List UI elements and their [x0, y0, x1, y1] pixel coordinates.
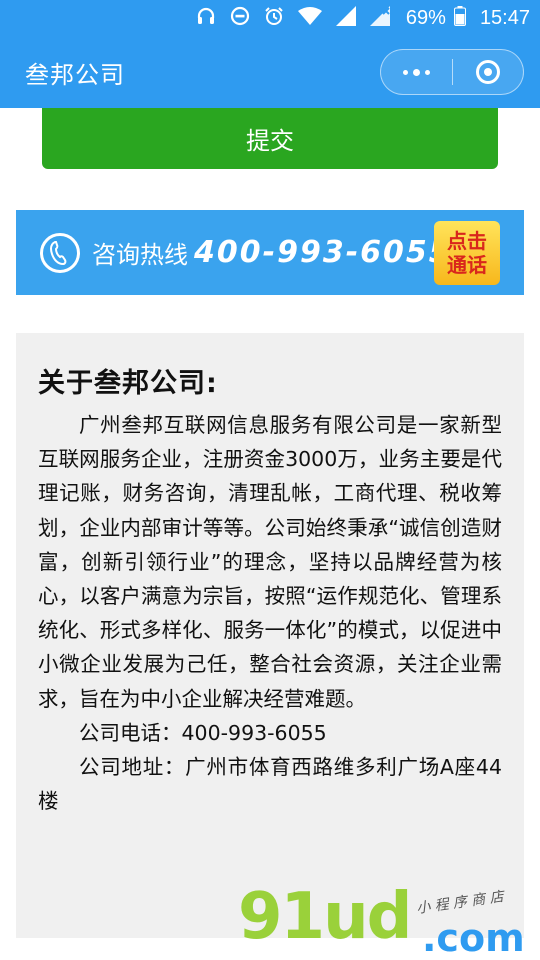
call-button-line2: 通话: [447, 253, 487, 277]
more-dot-icon: [402, 69, 408, 75]
clock: 15:47: [479, 6, 530, 29]
about-section: 关于叁邦公司: 广州叁邦互联网信息服务有限公司是一家新型互联网服务企业，注册资金…: [16, 333, 524, 938]
about-heading: 关于叁邦公司:: [38, 368, 218, 399]
navigation-bar: 叁邦公司: [0, 36, 540, 108]
battery-icon: [453, 5, 466, 31]
company-address: 公司地址：广州市体育西路维多利广场A座44楼: [38, 755, 502, 814]
about-description: 广州叁邦互联网信息服务有限公司是一家新型互联网服务企业，注册资金3000万，业务…: [38, 413, 502, 711]
company-phone: 公司电话：400-993-6055: [79, 720, 327, 745]
call-now-button[interactable]: 点击 通话: [434, 221, 500, 285]
close-target-icon: [475, 60, 500, 84]
more-dot-icon: [424, 69, 430, 75]
mini-program-capsule: [380, 49, 524, 95]
do-not-disturb-icon: [230, 6, 250, 31]
call-button-line1: 点击: [447, 229, 487, 253]
submit-button[interactable]: 提交: [42, 108, 498, 169]
status-bar: 69% 15:47: [0, 0, 540, 36]
battery-percent: 69%: [405, 6, 446, 29]
alarm-icon: [264, 6, 284, 31]
hotline-banner[interactable]: 咨询热线 400-993-6055 点击 通话: [16, 210, 524, 295]
signal-no-service-icon: [369, 5, 392, 31]
headphones-icon: [196, 6, 216, 31]
status-icons: [196, 5, 392, 31]
signal-icon: [335, 5, 356, 31]
hotline-label: 咨询热线: [92, 241, 188, 269]
more-dot-icon: [412, 68, 420, 76]
hotline-number: 400-993-6055: [194, 235, 452, 270]
wifi-icon: [297, 6, 322, 30]
page-title: 叁邦公司: [25, 60, 125, 89]
phone-icon: [40, 232, 80, 273]
close-mini-program-button[interactable]: [453, 50, 524, 94]
more-menu-button[interactable]: [381, 50, 452, 94]
